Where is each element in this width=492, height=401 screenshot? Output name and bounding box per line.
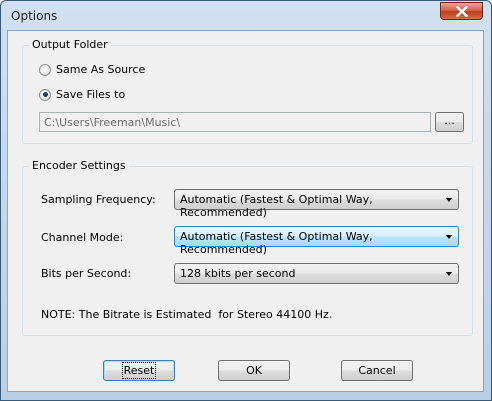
chevron-down-icon [446,272,452,276]
ok-button[interactable]: OK [218,360,290,381]
ok-button-label: OK [246,364,262,377]
save-files-to-radio-icon [39,88,51,101]
cancel-button-label: Cancel [358,364,396,377]
same-as-source-radio[interactable]: Same As Source [39,63,145,76]
cancel-button[interactable]: Cancel [341,360,413,381]
bits-per-second-label: Bits per Second: [41,267,132,280]
sampling-frequency-label: Sampling Frequency: [41,193,156,206]
output-path-field[interactable]: C:\Users\Freeman\Music\ [39,112,431,132]
same-as-source-radio-icon [39,63,51,76]
same-as-source-label: Same As Source [56,63,146,76]
bits-per-second-select[interactable]: 128 kbits per second [174,263,459,284]
output-folder-label: Output Folder [29,38,111,51]
encoder-settings-label: Encoder Settings [29,159,129,172]
reset-button-label: Reset [121,362,157,379]
browse-button[interactable]: ... [435,112,464,132]
bits-per-second-value: 128 kbits per second [180,267,296,280]
reset-button[interactable]: Reset [103,360,175,381]
channel-mode-select[interactable]: Automatic (Fastest & Optimal Way, Recomm… [174,226,459,256]
save-files-to-radio[interactable]: Save Files to [39,88,125,101]
chevron-down-icon [446,198,452,202]
bitrate-note: NOTE: The Bitrate is Estimated for Stere… [41,308,333,321]
channel-mode-label: Channel Mode: [41,231,124,244]
sampling-frequency-select[interactable]: Automatic (Fastest & Optimal Way, Recomm… [174,189,459,219]
save-files-to-label: Save Files to [56,88,126,101]
dialog-client: Output Folder Same As Source Save Files … [0,0,492,401]
chevron-down-icon [446,235,452,239]
